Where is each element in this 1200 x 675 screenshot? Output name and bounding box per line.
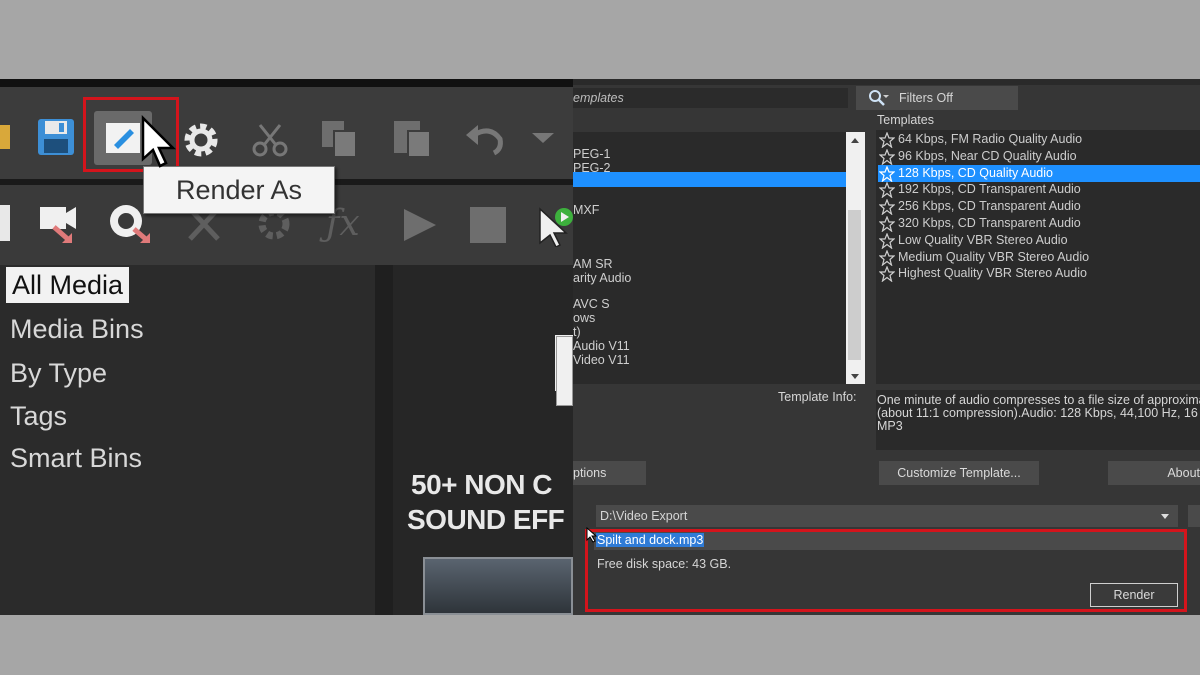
browse-folder-button[interactable] — [1188, 505, 1200, 527]
tree-item-smart-bins[interactable]: Smart Bins — [10, 442, 142, 474]
dialog-top-strip — [573, 79, 1200, 85]
format-list-item[interactable]: arity Audio — [573, 271, 631, 285]
promo-thumbnail — [423, 557, 573, 615]
undo-icon[interactable] — [462, 119, 508, 159]
promo-text-line2: SOUND EFF — [407, 504, 565, 535]
template-item-label: 64 Kbps, FM Radio Quality Audio — [898, 132, 1083, 146]
template-item-label: 256 Kbps, CD Transparent Audio — [898, 199, 1081, 214]
tree-item-tags[interactable]: Tags — [10, 400, 67, 432]
template-item[interactable]: 128 Kbps, CD Quality Audio — [878, 164, 1200, 182]
template-item[interactable]: Medium Quality VBR Stereo Audio — [878, 249, 1200, 266]
format-list-item[interactable]: Audio V11 — [573, 339, 630, 353]
template-item-label: Medium Quality VBR Stereo Audio — [898, 249, 1090, 264]
paste-icon[interactable] — [390, 117, 436, 159]
favorite-star-icon[interactable] — [879, 249, 895, 266]
favorite-star-icon[interactable] — [879, 132, 895, 148]
cut-scissors-icon[interactable] — [250, 119, 290, 159]
settings-gear-icon[interactable] — [180, 119, 222, 161]
customize-template-button[interactable]: Customize Template... — [879, 461, 1039, 485]
template-item[interactable]: 192 Kbps, CD Transparent Audio — [878, 181, 1200, 199]
template-item-label: 96 Kbps, Near CD Quality Audio — [898, 148, 1077, 163]
open-folder-icon[interactable] — [0, 121, 10, 151]
template-info-line2: (about 11:1 compression).Audio: 128 Kbps… — [877, 406, 1198, 420]
auto-preview-icon[interactable] — [536, 203, 573, 247]
format-list-item[interactable]: AVC S — [573, 297, 610, 311]
format-list[interactable]: PEG-1 PEG-2 MXF AM SR arity Audio AVC Sows t) A… — [573, 132, 846, 384]
output-folder-path: D:\Video Export — [600, 509, 688, 523]
favorite-star-icon[interactable] — [879, 232, 895, 249]
render-options-button[interactable]: ptions — [573, 461, 646, 485]
template-item[interactable]: 64 Kbps, FM Radio Quality Audio — [878, 131, 1200, 148]
chevron-down-icon[interactable] — [1161, 514, 1169, 519]
format-list-item[interactable]: Video V11 — [573, 353, 630, 367]
template-info-label: Template Info: — [778, 390, 857, 404]
filters-toggle-button[interactable]: Filters Off — [856, 86, 1018, 110]
format-list-item[interactable]: ows — [573, 311, 595, 325]
templates-heading: Templates — [877, 113, 934, 127]
format-list-selected-row[interactable] — [573, 172, 846, 187]
format-list-item[interactable]: AM SR — [573, 257, 613, 271]
scroll-down-arrow-icon[interactable] — [851, 374, 859, 379]
format-list-item[interactable]: MXF — [573, 203, 599, 217]
template-item[interactable]: 320 Kbps, CD Transparent Audio — [878, 215, 1200, 232]
text-cursor-arrow-icon — [586, 527, 598, 543]
template-item[interactable]: 256 Kbps, CD Transparent Audio — [878, 198, 1200, 216]
copy-icon[interactable] — [318, 117, 362, 159]
mouse-cursor-icon — [141, 115, 177, 168]
template-item[interactable]: 96 Kbps, Near CD Quality Audio — [878, 148, 1200, 165]
about-button[interactable]: About — [1108, 461, 1200, 485]
favorite-star-icon[interactable] — [879, 165, 895, 182]
import-media-icon[interactable] — [0, 203, 12, 243]
tree-item-by-type[interactable]: By Type — [10, 357, 107, 389]
search-templates-text: emplates — [573, 91, 624, 105]
format-list-scrollbar[interactable] — [846, 132, 865, 384]
favorite-star-icon[interactable] — [879, 216, 895, 232]
template-item[interactable]: Low Quality VBR Stereo Audio — [878, 232, 1200, 249]
capture-video-icon[interactable] — [36, 201, 82, 245]
favorite-star-icon[interactable] — [879, 199, 895, 216]
search-icon — [869, 90, 889, 106]
template-info-line3: MP3 — [877, 419, 903, 433]
format-list-scroll-thumb[interactable] — [848, 210, 861, 360]
filters-off-label: Filters Off — [899, 91, 953, 105]
tree-item-media-bins[interactable]: Media Bins — [10, 313, 144, 345]
favorite-star-icon[interactable] — [879, 266, 895, 283]
media-preview-area: 50+ NON C SOUND EFF — [393, 265, 573, 615]
template-item-label: Highest Quality VBR Stereo Audio — [898, 266, 1087, 281]
template-item[interactable]: Highest Quality VBR Stereo Audio — [878, 265, 1200, 283]
output-folder-combo[interactable]: D:\Video Export — [596, 505, 1178, 527]
panel-splitter[interactable] — [375, 265, 393, 615]
undo-dropdown-icon[interactable] — [530, 131, 556, 145]
template-item-label: 320 Kbps, CD Transparent Audio — [898, 216, 1081, 230]
render-as-tooltip: Render As — [143, 166, 335, 214]
scroll-up-arrow-icon[interactable] — [851, 138, 859, 143]
format-list-item[interactable]: t) — [573, 325, 581, 339]
format-list-item[interactable]: PEG-2 — [573, 161, 611, 175]
output-highlight-box — [585, 529, 1187, 612]
format-list-item[interactable]: PEG-1 — [573, 147, 611, 161]
save-icon[interactable] — [36, 117, 76, 157]
favorite-star-icon[interactable] — [879, 148, 895, 165]
promo-text-line1: 50+ NON C — [411, 469, 553, 500]
template-item-label: 128 Kbps, CD Quality Audio — [898, 165, 1053, 180]
template-item-label: Low Quality VBR Stereo Audio — [898, 232, 1068, 247]
template-info-line1: One minute of audio compresses to a file… — [877, 393, 1200, 407]
template-item-label: 192 Kbps, CD Transparent Audio — [898, 182, 1081, 197]
tree-item-all-media[interactable]: All Media — [6, 267, 130, 303]
favorite-star-icon[interactable] — [879, 182, 895, 199]
stop-icon[interactable] — [468, 205, 508, 245]
docked-window-edge — [556, 336, 573, 406]
play-icon[interactable] — [400, 205, 440, 245]
title-strip — [0, 79, 573, 87]
